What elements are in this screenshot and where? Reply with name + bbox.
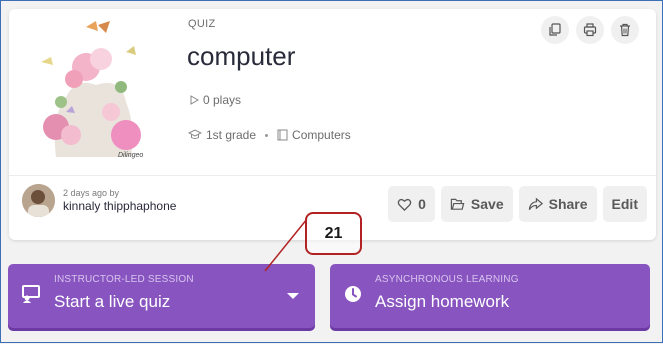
print-button[interactable] bbox=[576, 16, 604, 44]
presentation-icon bbox=[22, 285, 40, 303]
edit-label: Edit bbox=[611, 196, 638, 212]
card-divider bbox=[9, 175, 656, 176]
play-icon bbox=[190, 95, 200, 105]
bottom-actions: 0 Save Share Edit bbox=[388, 186, 647, 222]
grade-text: 1st grade bbox=[206, 128, 257, 142]
duplicate-button[interactable] bbox=[541, 16, 569, 44]
author-info: 2 days ago by kinnaly thipphaphone bbox=[22, 184, 176, 217]
quiz-title[interactable]: computer bbox=[187, 41, 295, 72]
dropdown-caret-icon[interactable] bbox=[287, 293, 299, 299]
author-name[interactable]: kinnaly thipphaphone bbox=[63, 199, 176, 213]
like-count: 0 bbox=[418, 196, 426, 212]
plays-count: 0 plays bbox=[188, 93, 241, 107]
printer-icon bbox=[583, 23, 597, 37]
homework-label: Assign homework bbox=[375, 292, 510, 311]
thumbnail-caption: Dilingeo bbox=[118, 152, 143, 159]
folder-icon bbox=[450, 198, 465, 210]
delete-button[interactable] bbox=[611, 16, 639, 44]
copy-icon bbox=[549, 23, 561, 36]
clock-icon bbox=[345, 286, 361, 302]
meta-separator bbox=[265, 133, 269, 137]
graduation-cap-icon bbox=[188, 129, 202, 139]
top-actions bbox=[541, 16, 639, 44]
share-button[interactable]: Share bbox=[518, 186, 597, 222]
resource-type-label: QUIZ bbox=[188, 18, 216, 30]
share-label: Share bbox=[548, 196, 588, 212]
created-time: 2 days ago by bbox=[63, 188, 120, 198]
heart-icon bbox=[397, 198, 412, 211]
edit-button[interactable]: Edit bbox=[602, 186, 647, 222]
save-button[interactable]: Save bbox=[440, 186, 513, 222]
assign-homework-button[interactable]: ASYNCHRONOUS LEARNING Assign homework bbox=[330, 264, 650, 328]
plays-text: 0 plays bbox=[203, 93, 242, 107]
quiz-thumbnail[interactable]: Dilingeo bbox=[26, 17, 161, 162]
quiz-meta: 1st grade Computers bbox=[188, 128, 351, 142]
start-live-quiz-button[interactable]: INSTRUCTOR-LED SESSION Start a live quiz bbox=[8, 264, 315, 328]
avatar[interactable] bbox=[22, 184, 55, 217]
like-button[interactable]: 0 bbox=[388, 186, 435, 222]
quiz-card: Dilingeo QUIZ computer 0 plays 1st grade… bbox=[9, 9, 656, 240]
annotation-callout: 21 bbox=[305, 212, 362, 255]
save-label: Save bbox=[470, 196, 504, 212]
homework-sublabel: ASYNCHRONOUS LEARNING bbox=[375, 274, 519, 285]
live-session-label: Start a live quiz bbox=[54, 292, 171, 311]
trash-icon bbox=[620, 23, 630, 37]
live-session-sublabel: INSTRUCTOR-LED SESSION bbox=[54, 274, 194, 285]
subject-text: Computers bbox=[292, 128, 351, 142]
book-icon bbox=[277, 129, 288, 141]
share-icon bbox=[528, 197, 543, 210]
